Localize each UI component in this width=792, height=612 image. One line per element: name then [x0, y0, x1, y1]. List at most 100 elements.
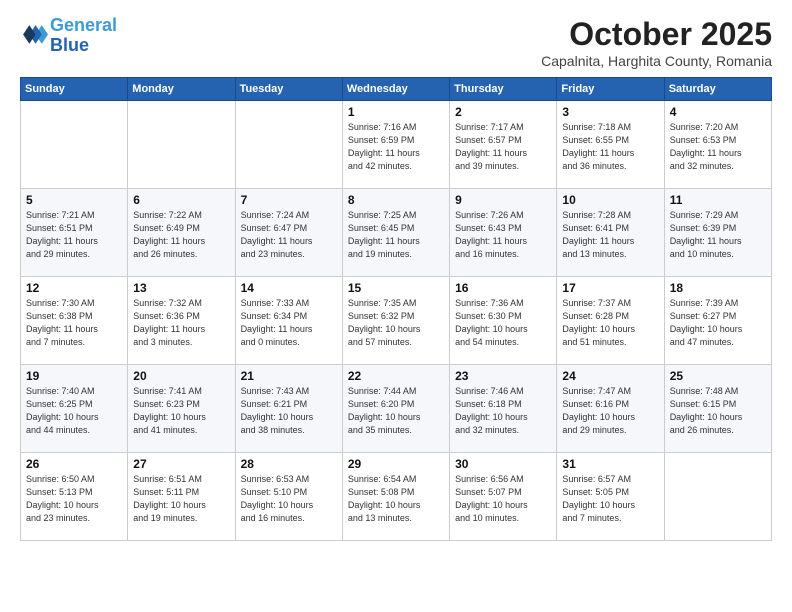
day-number: 25	[670, 369, 767, 383]
day-number: 10	[562, 193, 659, 207]
day-number: 17	[562, 281, 659, 295]
day-cell: 21Sunrise: 7:43 AM Sunset: 6:21 PM Dayli…	[235, 365, 342, 453]
day-number: 12	[26, 281, 123, 295]
month-title: October 2025	[541, 16, 772, 53]
header: GeneralBlue October 2025 Capalnita, Harg…	[20, 16, 772, 69]
col-header-thursday: Thursday	[450, 78, 557, 101]
day-info: Sunrise: 7:21 AM Sunset: 6:51 PM Dayligh…	[26, 209, 123, 261]
day-info: Sunrise: 7:17 AM Sunset: 6:57 PM Dayligh…	[455, 121, 552, 173]
day-cell: 29 Sunrise: 6:54 AM Sunset: 5:08 PM Dayli…	[342, 453, 449, 541]
day-cell: 22 Sunrise: 7:44 AM Sunset: 6:20 PM Dayli…	[342, 365, 449, 453]
day-cell: 18 Sunrise: 7:39 AM Sunset: 6:27 PM Dayli…	[664, 277, 771, 365]
day-cell: 15Sunrise: 7:35 AM Sunset: 6:32 PM Dayli…	[342, 277, 449, 365]
day-info: Sunrise: 7:24 AM Sunset: 6:47 PM Dayligh…	[241, 209, 338, 261]
day-cell: 27Sunrise: 6:51 AM Sunset: 5:11 PM Dayli…	[128, 453, 235, 541]
week-row-4: 19Sunrise: 7:40 AM Sunset: 6:25 PM Dayli…	[21, 365, 772, 453]
day-cell: 30 Sunrise: 6:56 AM Sunset: 5:07 PM Dayli…	[450, 453, 557, 541]
day-info: Sunrise: 6:56 AM Sunset: 5:07 PM Dayligh…	[455, 473, 552, 525]
day-info: Sunrise: 7:16 AM Sunset: 6:59 PM Dayligh…	[348, 121, 445, 173]
week-row-2: 5 Sunrise: 7:21 AM Sunset: 6:51 PM Daylig…	[21, 189, 772, 277]
day-cell: 9 Sunrise: 7:26 AM Sunset: 6:43 PM Daylig…	[450, 189, 557, 277]
day-cell: 5 Sunrise: 7:21 AM Sunset: 6:51 PM Daylig…	[21, 189, 128, 277]
header-row: SundayMondayTuesdayWednesdayThursdayFrid…	[21, 78, 772, 101]
day-cell: 12 Sunrise: 7:30 AM Sunset: 6:38 PM Dayli…	[21, 277, 128, 365]
day-info: Sunrise: 6:50 AM Sunset: 5:13 PM Dayligh…	[26, 473, 123, 525]
day-info: Sunrise: 7:48 AM Sunset: 6:15 PM Dayligh…	[670, 385, 767, 437]
day-cell: 11 Sunrise: 7:29 AM Sunset: 6:39 PM Dayli…	[664, 189, 771, 277]
day-cell: 13 Sunrise: 7:32 AM Sunset: 6:36 PM Dayli…	[128, 277, 235, 365]
col-header-friday: Friday	[557, 78, 664, 101]
day-number: 7	[241, 193, 338, 207]
calendar-table: SundayMondayTuesdayWednesdayThursdayFrid…	[20, 77, 772, 541]
day-number: 30	[455, 457, 552, 471]
day-cell: 28Sunrise: 6:53 AM Sunset: 5:10 PM Dayli…	[235, 453, 342, 541]
day-cell: 16Sunrise: 7:36 AM Sunset: 6:30 PM Dayli…	[450, 277, 557, 365]
day-number: 13	[133, 281, 230, 295]
day-info: Sunrise: 7:32 AM Sunset: 6:36 PM Dayligh…	[133, 297, 230, 349]
day-info: Sunrise: 7:26 AM Sunset: 6:43 PM Dayligh…	[455, 209, 552, 261]
day-info: Sunrise: 6:54 AM Sunset: 5:08 PM Dayligh…	[348, 473, 445, 525]
day-info: Sunrise: 7:41 AM Sunset: 6:23 PM Dayligh…	[133, 385, 230, 437]
title-block: October 2025 Capalnita, Harghita County,…	[541, 16, 772, 69]
page: GeneralBlue October 2025 Capalnita, Harg…	[0, 0, 792, 612]
logo-icon	[20, 22, 48, 50]
day-cell: 4 Sunrise: 7:20 AM Sunset: 6:53 PM Daylig…	[664, 101, 771, 189]
day-cell: 2 Sunrise: 7:17 AM Sunset: 6:57 PM Daylig…	[450, 101, 557, 189]
day-number: 19	[26, 369, 123, 383]
day-info: Sunrise: 6:51 AM Sunset: 5:11 PM Dayligh…	[133, 473, 230, 525]
day-number: 31	[562, 457, 659, 471]
day-number: 22	[348, 369, 445, 383]
day-number: 2	[455, 105, 552, 119]
logo-name: GeneralBlue	[50, 16, 117, 56]
day-number: 5	[26, 193, 123, 207]
col-header-tuesday: Tuesday	[235, 78, 342, 101]
week-row-3: 12 Sunrise: 7:30 AM Sunset: 6:38 PM Dayli…	[21, 277, 772, 365]
day-cell: 3 Sunrise: 7:18 AM Sunset: 6:55 PM Daylig…	[557, 101, 664, 189]
day-info: Sunrise: 7:22 AM Sunset: 6:49 PM Dayligh…	[133, 209, 230, 261]
day-cell: 24 Sunrise: 7:47 AM Sunset: 6:16 PM Dayli…	[557, 365, 664, 453]
day-cell	[235, 101, 342, 189]
day-info: Sunrise: 7:39 AM Sunset: 6:27 PM Dayligh…	[670, 297, 767, 349]
day-number: 29	[348, 457, 445, 471]
day-info: Sunrise: 7:29 AM Sunset: 6:39 PM Dayligh…	[670, 209, 767, 261]
day-cell: 7 Sunrise: 7:24 AM Sunset: 6:47 PM Daylig…	[235, 189, 342, 277]
day-number: 24	[562, 369, 659, 383]
day-info: Sunrise: 7:46 AM Sunset: 6:18 PM Dayligh…	[455, 385, 552, 437]
day-number: 3	[562, 105, 659, 119]
week-row-1: 1 Sunrise: 7:16 AM Sunset: 6:59 PM Daylig…	[21, 101, 772, 189]
day-info: Sunrise: 7:44 AM Sunset: 6:20 PM Dayligh…	[348, 385, 445, 437]
day-number: 1	[348, 105, 445, 119]
day-number: 8	[348, 193, 445, 207]
day-info: Sunrise: 7:43 AM Sunset: 6:21 PM Dayligh…	[241, 385, 338, 437]
col-header-saturday: Saturday	[664, 78, 771, 101]
day-info: Sunrise: 7:30 AM Sunset: 6:38 PM Dayligh…	[26, 297, 123, 349]
day-cell	[21, 101, 128, 189]
day-cell: 14Sunrise: 7:33 AM Sunset: 6:34 PM Dayli…	[235, 277, 342, 365]
day-number: 11	[670, 193, 767, 207]
day-info: Sunrise: 7:18 AM Sunset: 6:55 PM Dayligh…	[562, 121, 659, 173]
location: Capalnita, Harghita County, Romania	[541, 53, 772, 69]
day-cell: 31Sunrise: 6:57 AM Sunset: 5:05 PM Dayli…	[557, 453, 664, 541]
day-cell: 26Sunrise: 6:50 AM Sunset: 5:13 PM Dayli…	[21, 453, 128, 541]
day-number: 4	[670, 105, 767, 119]
col-header-wednesday: Wednesday	[342, 78, 449, 101]
day-number: 18	[670, 281, 767, 295]
day-cell: 6 Sunrise: 7:22 AM Sunset: 6:49 PM Daylig…	[128, 189, 235, 277]
col-header-sunday: Sunday	[21, 78, 128, 101]
day-cell: 1 Sunrise: 7:16 AM Sunset: 6:59 PM Daylig…	[342, 101, 449, 189]
day-cell: 10 Sunrise: 7:28 AM Sunset: 6:41 PM Dayli…	[557, 189, 664, 277]
logo: GeneralBlue	[20, 16, 117, 56]
day-info: Sunrise: 7:20 AM Sunset: 6:53 PM Dayligh…	[670, 121, 767, 173]
day-info: Sunrise: 6:53 AM Sunset: 5:10 PM Dayligh…	[241, 473, 338, 525]
day-number: 9	[455, 193, 552, 207]
day-number: 14	[241, 281, 338, 295]
day-info: Sunrise: 7:28 AM Sunset: 6:41 PM Dayligh…	[562, 209, 659, 261]
day-info: Sunrise: 7:25 AM Sunset: 6:45 PM Dayligh…	[348, 209, 445, 261]
day-info: Sunrise: 7:37 AM Sunset: 6:28 PM Dayligh…	[562, 297, 659, 349]
day-number: 6	[133, 193, 230, 207]
day-cell: 23Sunrise: 7:46 AM Sunset: 6:18 PM Dayli…	[450, 365, 557, 453]
day-info: Sunrise: 7:47 AM Sunset: 6:16 PM Dayligh…	[562, 385, 659, 437]
day-cell	[128, 101, 235, 189]
day-cell: 19Sunrise: 7:40 AM Sunset: 6:25 PM Dayli…	[21, 365, 128, 453]
day-cell: 8 Sunrise: 7:25 AM Sunset: 6:45 PM Daylig…	[342, 189, 449, 277]
